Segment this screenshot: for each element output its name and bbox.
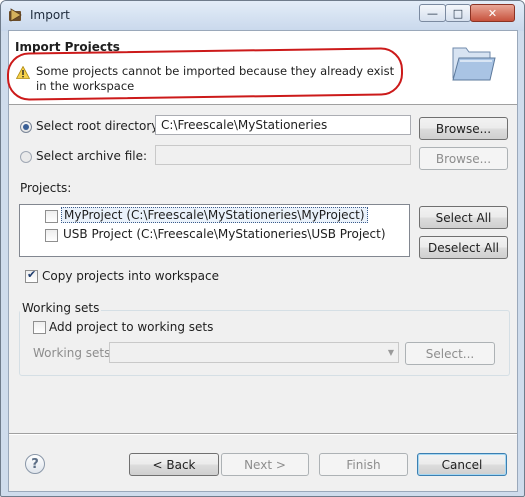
root-directory-radio[interactable] [20, 121, 32, 133]
select-working-sets-button[interactable]: Select... [405, 342, 495, 365]
finish-button[interactable]: Finish [319, 453, 408, 476]
project-checkbox-usb[interactable] [45, 229, 58, 242]
dialog-header: Import Projects Some projects cannot be … [6, 31, 517, 105]
maximize-button[interactable]: □ [445, 4, 471, 22]
working-sets-label: Working sets: [33, 346, 115, 360]
minimize-icon: — [427, 6, 438, 20]
footer-separator [9, 433, 517, 435]
chevron-down-icon: ▼ [387, 348, 394, 357]
folder-icon [452, 47, 496, 81]
eclipse-app-icon [9, 8, 22, 22]
cancel-button[interactable]: Cancel [417, 453, 507, 476]
projects-list[interactable]: MyProject (C:\Freescale\MyStationeries\M… [19, 204, 410, 257]
select-all-button[interactable]: Select All [419, 206, 508, 229]
copy-into-workspace-label: Copy projects into workspace [42, 269, 220, 283]
maximize-icon: □ [452, 6, 464, 20]
add-to-working-sets-checkbox[interactable] [33, 321, 46, 334]
window-title: Import [30, 8, 70, 22]
annotation-ellipse [6, 47, 404, 101]
help-icon[interactable]: ? [25, 454, 45, 474]
minimize-button[interactable]: — [419, 4, 446, 22]
copy-into-workspace-checkbox[interactable] [25, 268, 38, 283]
project-checkbox-myproject[interactable] [45, 210, 58, 223]
close-icon: ✕ [487, 6, 498, 20]
archive-file-radio[interactable] [20, 151, 32, 163]
back-button[interactable]: < Back [129, 453, 219, 476]
close-button[interactable]: ✕ [470, 4, 515, 22]
title-bar[interactable]: Import — □ ✕ [1, 1, 524, 31]
add-to-working-sets-label: Add project to working sets [49, 320, 214, 334]
projects-label: Projects: [20, 181, 72, 195]
working-sets-combo[interactable]: ▼ [109, 342, 399, 363]
working-sets-title: Working sets [20, 301, 102, 315]
project-item-myproject[interactable]: MyProject (C:\Freescale\MyStationeries\M… [61, 207, 368, 223]
browse-archive-button[interactable]: Browse... [419, 147, 508, 170]
deselect-all-button[interactable]: Deselect All [419, 236, 508, 259]
root-directory-label: Select root directory: [36, 119, 162, 133]
archive-file-label: Select archive file: [36, 149, 148, 163]
import-dialog: Import — □ ✕ Import Projects Some projec… [0, 0, 525, 497]
next-button[interactable]: Next > [221, 453, 309, 476]
dialog-client-area: Import Projects Some projects cannot be … [6, 30, 518, 492]
root-directory-field[interactable]: C:\Freescale\MyStationeries [155, 115, 411, 135]
browse-root-button[interactable]: Browse... [419, 117, 508, 140]
archive-file-field[interactable] [155, 145, 411, 165]
project-item-usb[interactable]: USB Project (C:\Freescale\MyStationeries… [61, 227, 388, 241]
